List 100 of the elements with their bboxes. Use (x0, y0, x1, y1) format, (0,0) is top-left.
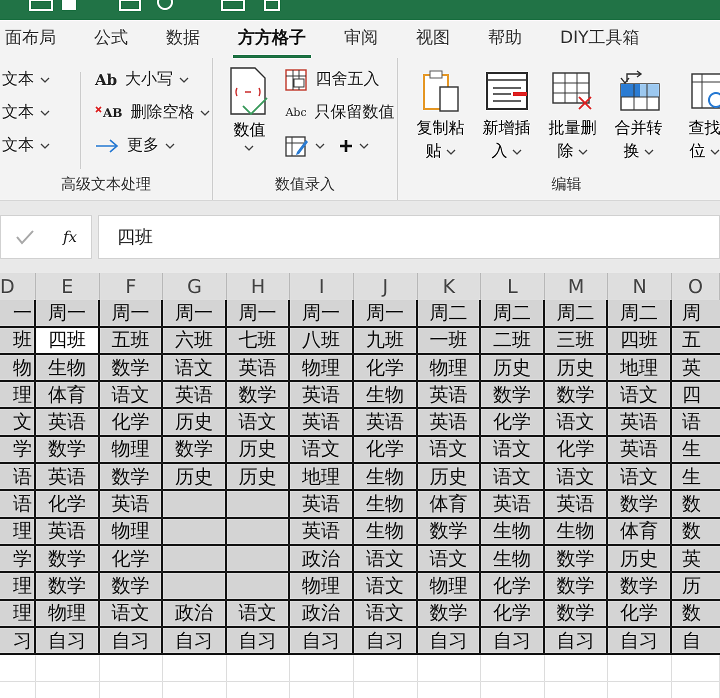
table-cell[interactable]: 生物 (354, 382, 418, 410)
table-cell[interactable]: 理 (0, 573, 36, 601)
table-cell[interactable]: 一班 (418, 328, 482, 355)
table-cell[interactable]: 语文 (418, 546, 482, 574)
table-cell[interactable]: 自习 (608, 628, 672, 656)
table-cell[interactable]: 六班 (163, 328, 227, 355)
ribbon-button[interactable]: 四舍五入 (313, 66, 382, 93)
ribbon-button[interactable]: 文本 (0, 66, 66, 93)
table-cell[interactable]: 数 (672, 518, 720, 546)
table-cell[interactable]: 地理 (290, 464, 354, 492)
table-cell[interactable]: 物理 (290, 573, 354, 601)
ribbon-button[interactable]: 删除空格 (128, 99, 212, 126)
ribbon-tab[interactable]: 公式 (89, 20, 133, 58)
table-cell[interactable]: 物理 (418, 354, 482, 382)
table-cell[interactable]: 英语 (418, 409, 482, 437)
table-cell[interactable]: 英语 (36, 464, 100, 492)
table-cell[interactable]: 数学 (36, 546, 100, 574)
ribbon-button[interactable]: 文本 (0, 99, 66, 126)
table-cell[interactable] (163, 546, 227, 574)
ribbon-button[interactable]: 复制粘 贴 (410, 66, 472, 175)
table-cell[interactable]: 历史 (481, 354, 545, 382)
table-cell[interactable]: 班 (0, 328, 36, 355)
table-cell[interactable]: 数学 (544, 600, 608, 628)
table-cell[interactable]: 物理 (100, 518, 164, 546)
column-header[interactable]: K (418, 273, 482, 302)
table-cell[interactable]: 体育 (418, 491, 482, 519)
ribbon-tab[interactable]: DIY工具箱 (555, 20, 644, 58)
table-cell[interactable]: 二班 (481, 328, 545, 355)
table-cell[interactable]: 生物 (354, 464, 418, 492)
table-cell[interactable] (226, 518, 290, 546)
table-cell[interactable]: 英 (672, 354, 720, 382)
table-cell[interactable]: 周二 (418, 300, 482, 328)
table-cell[interactable]: 语文 (163, 354, 227, 382)
table-cell[interactable]: 四班 (36, 328, 100, 355)
table-cell[interactable]: 四班 (608, 328, 672, 355)
table-cell[interactable]: 地理 (608, 354, 672, 382)
table-cell[interactable]: 化学 (608, 600, 672, 628)
table-cell[interactable]: 周一 (100, 300, 164, 328)
table-cell[interactable]: 一 (0, 300, 36, 328)
ribbon-tab[interactable]: 帮助 (483, 20, 527, 58)
table-cell[interactable]: 数学 (608, 573, 672, 601)
table-cell[interactable]: 理 (0, 518, 36, 546)
table-cell[interactable]: 化学 (36, 491, 100, 519)
table-cell[interactable]: 生物 (354, 491, 418, 519)
table-cell[interactable]: 周一 (226, 300, 290, 328)
table-cell[interactable]: 政治 (290, 600, 354, 628)
table-cell[interactable]: 政治 (163, 600, 227, 628)
table-cell[interactable]: 生 (672, 464, 720, 492)
table-cell[interactable]: 语文 (354, 600, 418, 628)
table-cell[interactable]: 数学 (100, 354, 164, 382)
table-cell[interactable]: 化学 (354, 354, 418, 382)
table-cell[interactable]: 理 (0, 382, 36, 410)
table-cell[interactable]: 语文 (354, 546, 418, 574)
table-cell[interactable]: 生物 (544, 518, 608, 546)
table-cell[interactable]: 英语 (290, 491, 354, 519)
table-cell[interactable]: 周一 (163, 300, 227, 328)
ribbon-button[interactable]: 文本 (0, 132, 66, 159)
table-cell[interactable]: 英语 (226, 354, 290, 382)
table-cell[interactable]: 英语 (354, 409, 418, 437)
table-cell[interactable]: 历史 (226, 464, 290, 492)
table-cell[interactable]: 化学 (100, 409, 164, 437)
table-cell[interactable] (163, 573, 227, 601)
table-cell[interactable] (226, 573, 290, 601)
table-cell[interactable]: 数 (672, 491, 720, 519)
column-header[interactable]: F (100, 273, 164, 302)
table-cell[interactable]: 物理 (36, 600, 100, 628)
ribbon-tab[interactable]: 视图 (411, 20, 455, 58)
table-cell[interactable]: 语文 (100, 382, 164, 410)
table-cell[interactable]: 历史 (608, 546, 672, 574)
formula-input[interactable]: 四班 (98, 215, 720, 259)
table-cell[interactable]: 自习 (481, 628, 545, 656)
table-cell[interactable]: 政治 (290, 546, 354, 574)
table-cell[interactable]: 语文 (608, 464, 672, 492)
table-cell[interactable]: 化学 (354, 436, 418, 464)
table-cell[interactable]: 三班 (544, 328, 608, 355)
table-cell[interactable] (226, 546, 290, 574)
table-cell[interactable]: 历史 (544, 354, 608, 382)
table-cell[interactable]: 化学 (481, 600, 545, 628)
table-cell[interactable]: 生物 (481, 518, 545, 546)
table-cell[interactable]: 化学 (100, 546, 164, 574)
ribbon-button[interactable]: 大小写 (123, 66, 192, 93)
table-cell[interactable]: 语 (0, 491, 36, 519)
ribbon-tab[interactable]: 审阅 (339, 20, 383, 58)
column-header[interactable]: E (36, 273, 100, 302)
column-header[interactable]: L (481, 273, 545, 302)
table-cell[interactable]: 数学 (418, 600, 482, 628)
table-cell[interactable]: 周一 (36, 300, 100, 328)
table-cell[interactable]: 语文 (544, 409, 608, 437)
column-header[interactable]: M (544, 273, 608, 302)
table-cell[interactable]: 自习 (163, 628, 227, 656)
enter-check-icon[interactable] (14, 229, 35, 245)
table-cell[interactable]: 英语 (36, 409, 100, 437)
table-cell[interactable]: 化学 (481, 573, 545, 601)
table-cell[interactable]: 数学 (36, 436, 100, 464)
table-cell[interactable]: 九班 (354, 328, 418, 355)
table-cell[interactable]: 英语 (608, 436, 672, 464)
table-cell[interactable]: 生物 (481, 546, 545, 574)
table-cell[interactable]: 语文 (544, 464, 608, 492)
ribbon-button[interactable]: 查找 位 (674, 66, 720, 175)
column-header[interactable]: D (0, 273, 36, 302)
